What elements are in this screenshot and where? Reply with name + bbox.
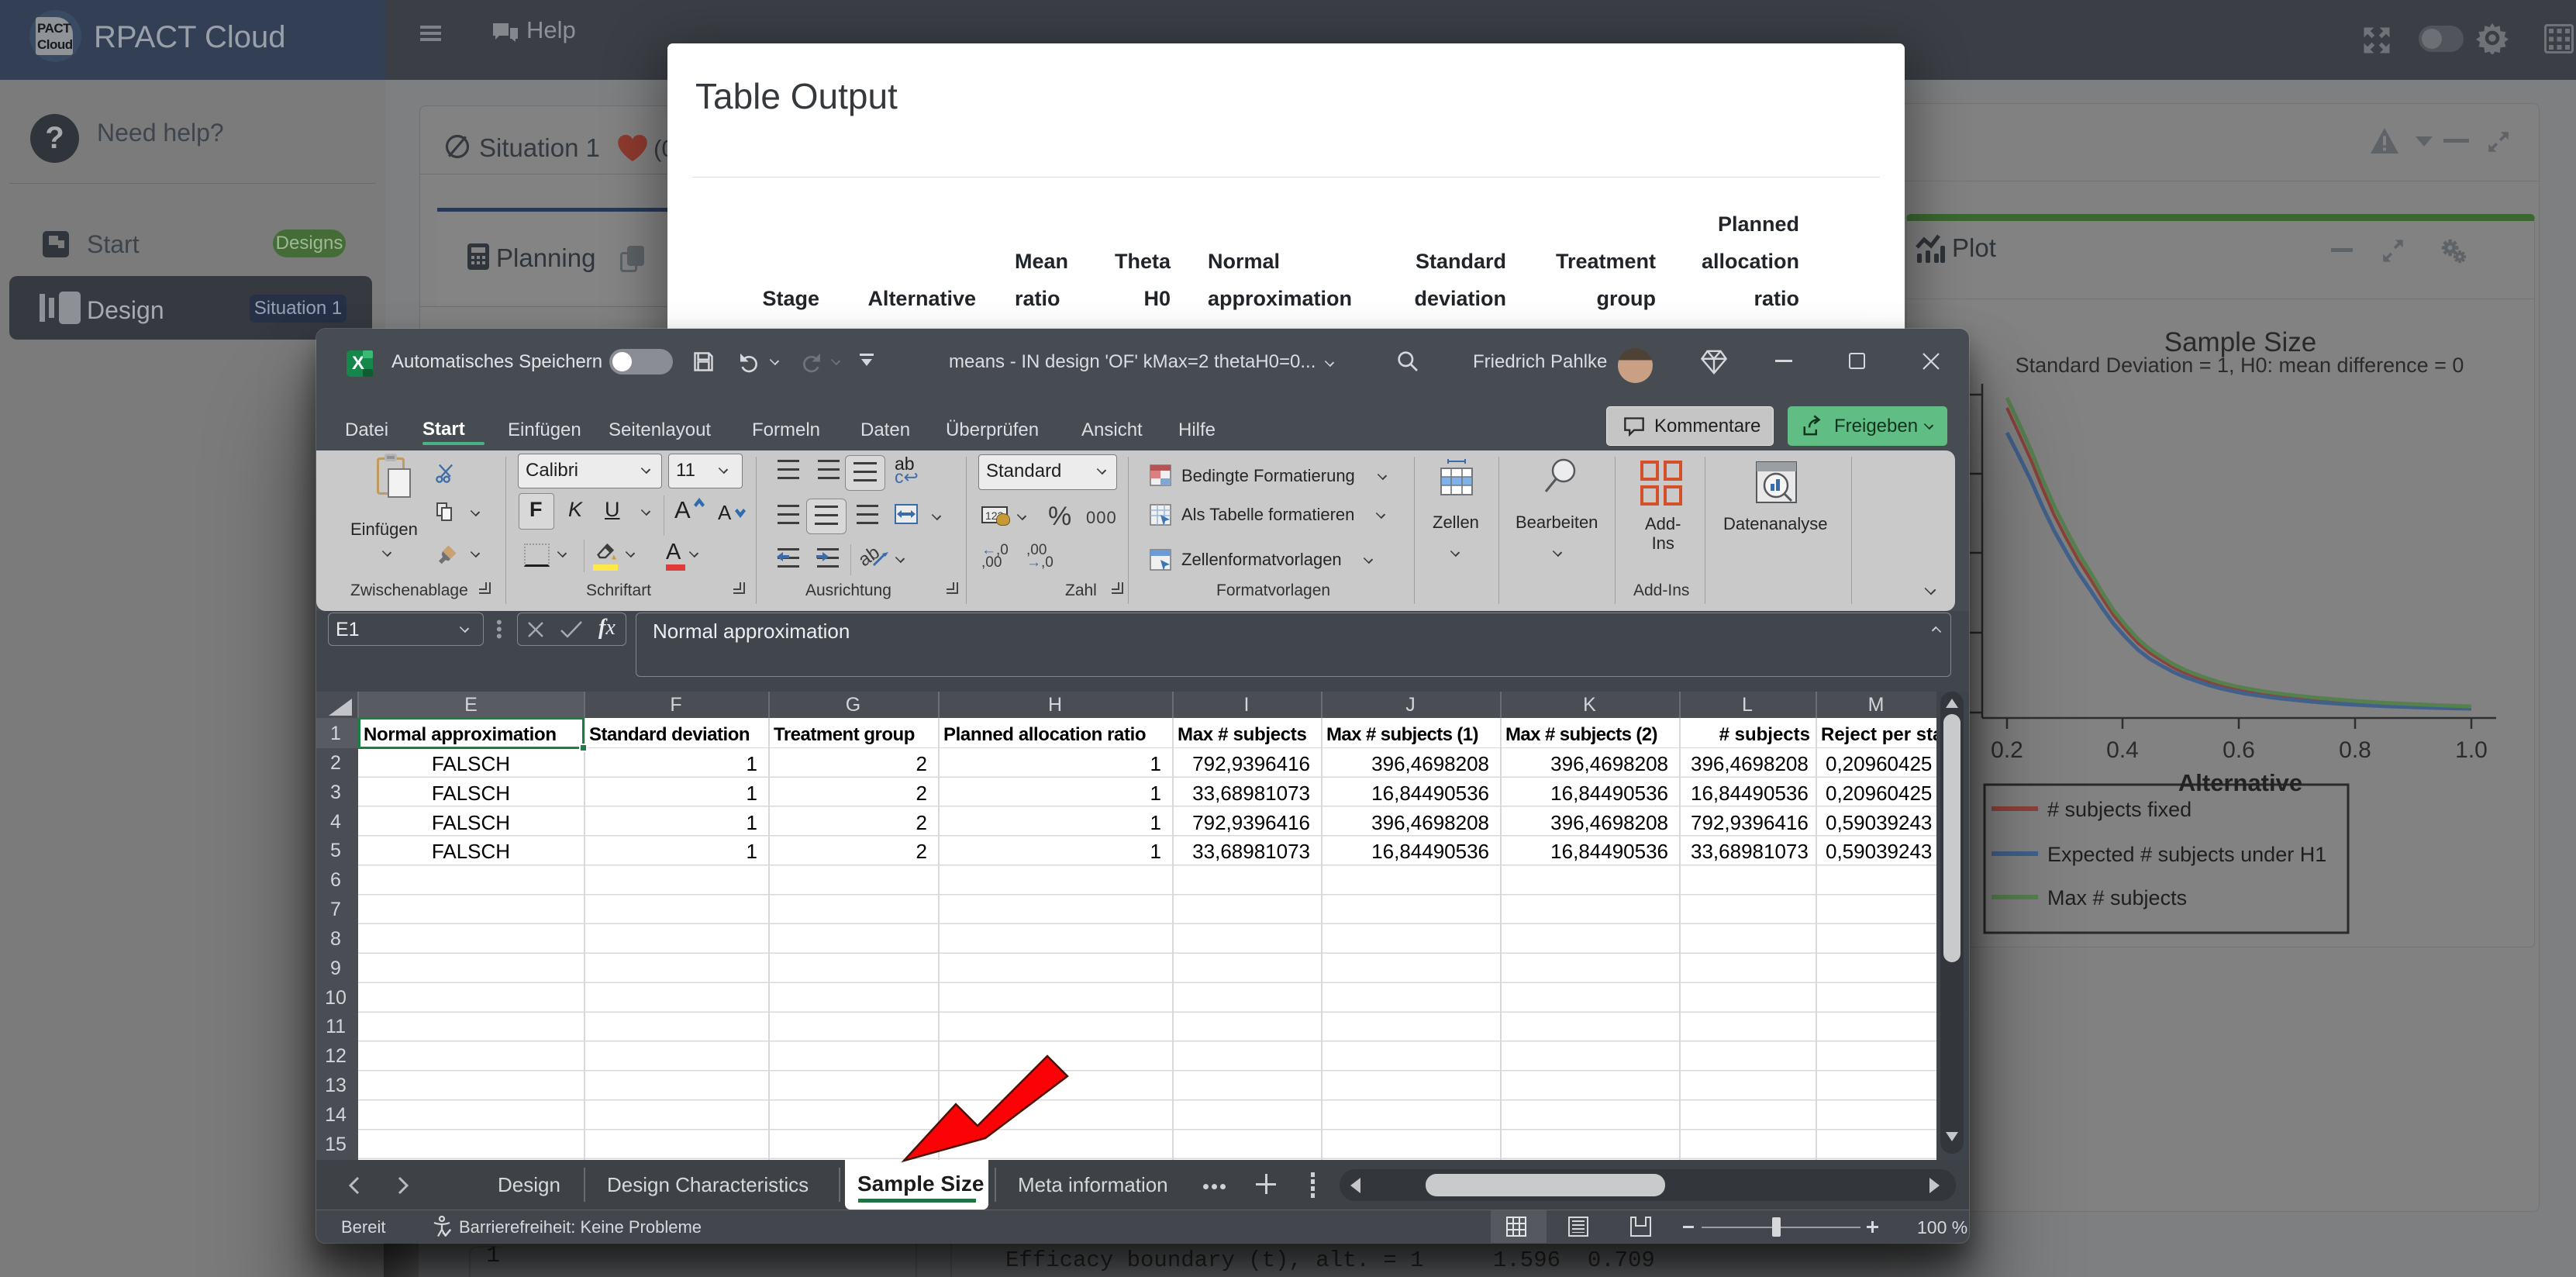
svg-text:Standard Deviation = 1, H0: me: Standard Deviation = 1, H0: mean differe… xyxy=(2016,354,2464,377)
svg-text:Alternative: Alternative xyxy=(2178,769,2302,796)
svg-text:Expected # subjects under H1: Expected # subjects under H1 xyxy=(2047,843,2326,866)
svg-text:0.4: 0.4 xyxy=(2106,737,2139,763)
svg-text:1.0: 1.0 xyxy=(2455,737,2488,763)
svg-text:0.8: 0.8 xyxy=(2339,737,2371,763)
svg-text:0.2: 0.2 xyxy=(1991,737,2023,763)
svg-text:# subjects fixed: # subjects fixed xyxy=(2047,798,2191,821)
svg-text:Max # subjects: Max # subjects xyxy=(2047,886,2187,909)
svg-text:0.6: 0.6 xyxy=(2223,737,2255,763)
